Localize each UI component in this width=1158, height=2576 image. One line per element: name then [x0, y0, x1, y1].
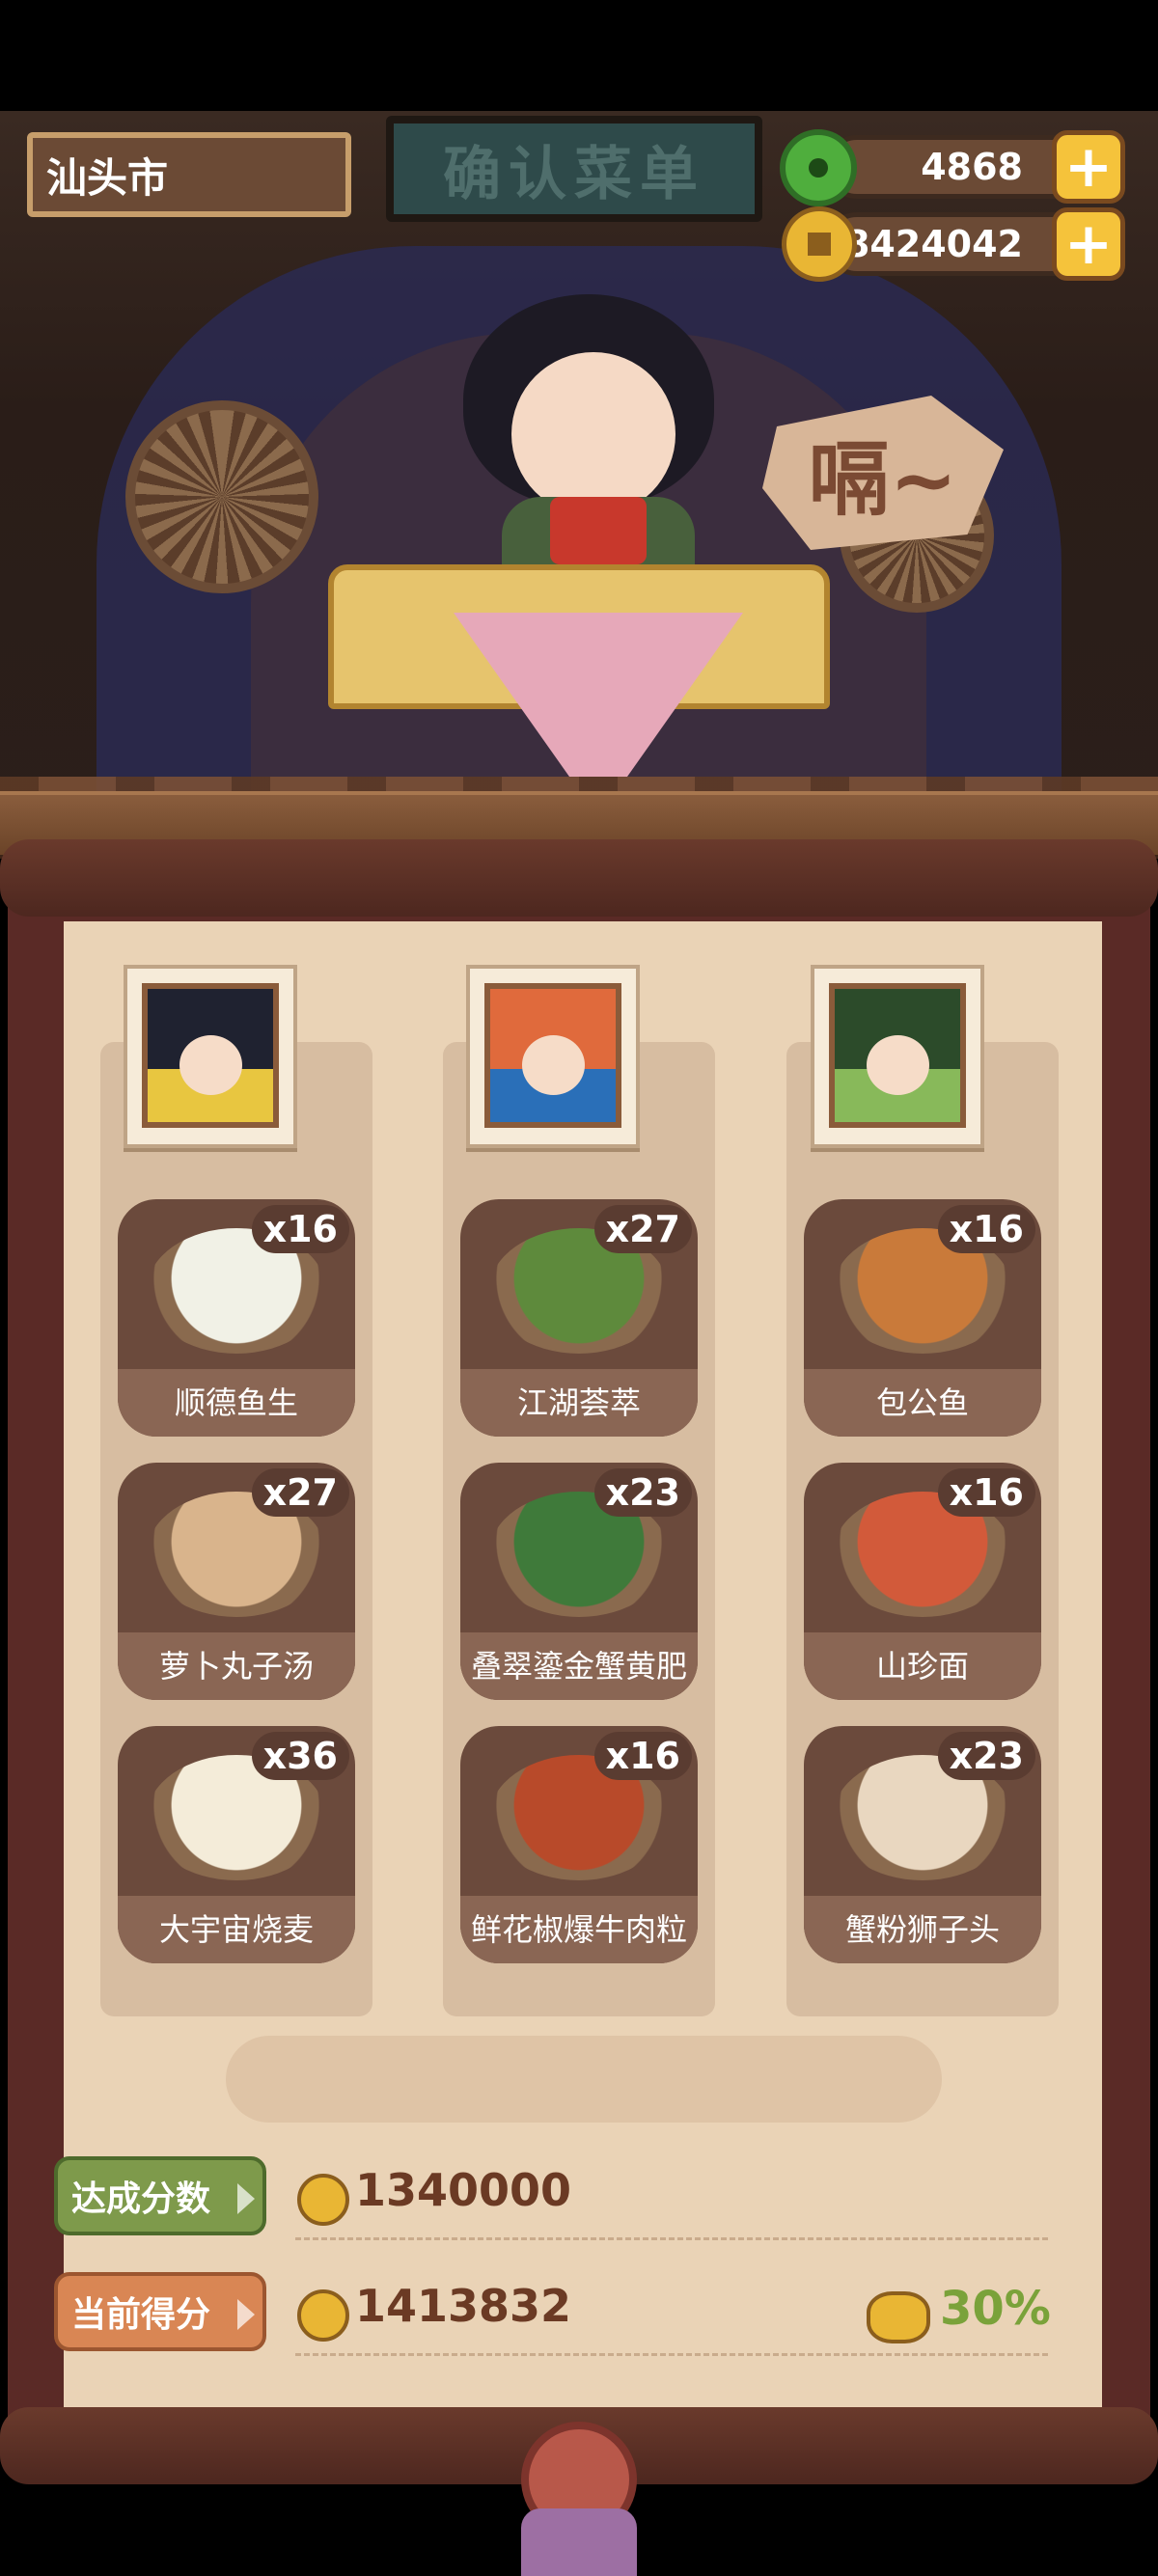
- empty-slot-bar: [226, 2036, 942, 2123]
- scroll-top-roller: [0, 839, 1158, 917]
- coin-amount: 8424042: [843, 223, 1023, 265]
- piggy-bank-icon: [867, 2291, 930, 2343]
- dish-card[interactable]: x23 蟹粉狮子头: [804, 1726, 1041, 1963]
- dish-count: x16: [937, 1205, 1035, 1253]
- dish-card[interactable]: x36 大宇宙烧麦: [118, 1726, 355, 1963]
- dish-count: x23: [593, 1468, 692, 1517]
- dish-count: x23: [937, 1732, 1035, 1780]
- dish-count: x16: [251, 1205, 349, 1253]
- character-face: [511, 352, 676, 516]
- character-scarf: [550, 497, 647, 564]
- dish-name: 叠翠鎏金蟹黄肥: [460, 1632, 698, 1700]
- dish-count: x27: [593, 1205, 692, 1253]
- divider: [295, 2353, 1048, 2356]
- play-arrow-icon: [237, 2183, 255, 2214]
- city-label: 汕头市: [27, 132, 351, 217]
- current-score-label: 当前得分: [71, 2295, 211, 2335]
- dish-name: 包公鱼: [804, 1369, 1041, 1437]
- menu-sign: 确认菜单: [386, 116, 762, 222]
- fan-left-icon: [125, 400, 318, 593]
- play-arrow-icon: [237, 2299, 255, 2330]
- dish-name: 江湖荟萃: [460, 1369, 698, 1437]
- bubble-text: 嗝~: [808, 431, 958, 527]
- target-score-value: 1340000: [355, 2164, 572, 2216]
- dish-count: x36: [251, 1732, 349, 1780]
- dish-card[interactable]: x27 萝卜丸子汤: [118, 1463, 355, 1700]
- tassel-icon: [521, 2508, 637, 2576]
- dish-count: x27: [251, 1468, 349, 1517]
- target-score-label: 达成分数: [71, 2179, 211, 2219]
- status-bar-area: [0, 0, 1158, 111]
- dish-card[interactable]: x27 江湖荟萃: [460, 1199, 698, 1437]
- divider: [295, 2237, 1048, 2240]
- dish-name: 顺德鱼生: [118, 1369, 355, 1437]
- dish-name: 大宇宙烧麦: [118, 1896, 355, 1963]
- dish-name: 萝卜丸子汤: [118, 1632, 355, 1700]
- dish-card[interactable]: x23 叠翠鎏金蟹黄肥: [460, 1463, 698, 1700]
- current-score-value: 1413832: [355, 2280, 572, 2332]
- coin-currency: 8424042 +: [825, 207, 1125, 281]
- coin-icon: [297, 2289, 349, 2342]
- bonus-percent: 30%: [940, 2282, 1051, 2336]
- target-score-row: 达成分数 1340000: [54, 2156, 1048, 2243]
- coin-icon: [782, 206, 857, 282]
- coin-icon: [297, 2174, 349, 2226]
- dish-card[interactable]: x16 山珍面: [804, 1463, 1041, 1700]
- dish-name: 鲜花椒爆牛肉粒: [460, 1896, 698, 1963]
- dish-count: x16: [593, 1732, 692, 1780]
- dish-card[interactable]: x16 包公鱼: [804, 1199, 1041, 1437]
- current-score-row: 当前得分 1413832 30%: [54, 2272, 1051, 2359]
- current-score-tag: 当前得分: [54, 2272, 266, 2351]
- add-jade-button[interactable]: +: [1052, 130, 1125, 204]
- sign-text: 确认菜单: [443, 140, 705, 208]
- city-name: 汕头市: [46, 153, 169, 202]
- jade-currency: 4868 +: [825, 130, 1125, 204]
- dish-name: 山珍面: [804, 1632, 1041, 1700]
- jade-amount: 4868: [921, 146, 1023, 188]
- guest-portrait-3[interactable]: [811, 965, 984, 1148]
- dish-count: x16: [937, 1468, 1035, 1517]
- dish-card[interactable]: x16 鲜花椒爆牛肉粒: [460, 1726, 698, 1963]
- target-score-tag: 达成分数: [54, 2156, 266, 2235]
- guest-portrait-2[interactable]: [466, 965, 640, 1148]
- jade-icon: [780, 129, 857, 206]
- dish-card[interactable]: x16 顺德鱼生: [118, 1199, 355, 1437]
- dish-name: 蟹粉狮子头: [804, 1896, 1041, 1963]
- add-coin-button[interactable]: +: [1052, 207, 1125, 281]
- guest-portrait-1[interactable]: [124, 965, 297, 1148]
